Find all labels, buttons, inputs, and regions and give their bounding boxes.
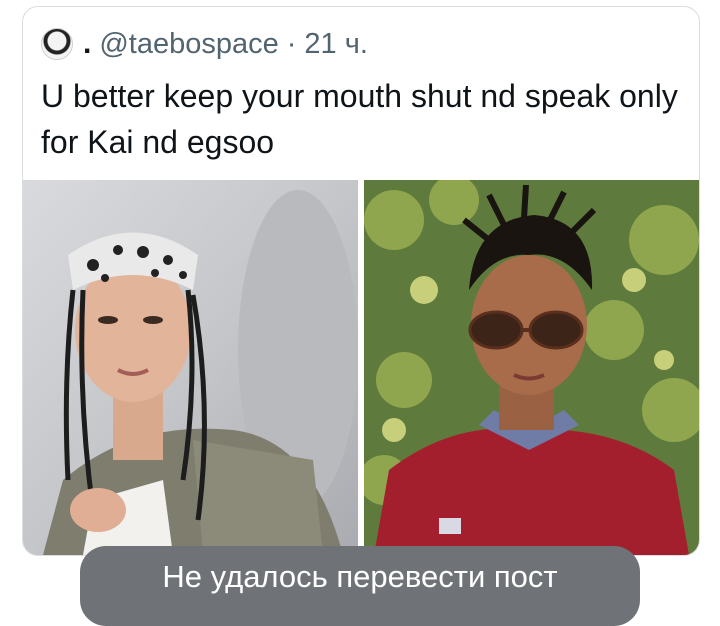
translation-error-toast: Не удалось перевести пост: [80, 546, 640, 626]
tweet-text: U better keep your mouth shut nd speak o…: [41, 78, 678, 160]
tweet-header: . @taebospace · 21 ч.: [41, 27, 368, 61]
media-photo-right[interactable]: [364, 180, 699, 555]
avatar[interactable]: [41, 28, 73, 60]
display-name[interactable]: .: [83, 29, 91, 59]
media-photo-left[interactable]: [23, 180, 358, 555]
separator-dot: ·: [286, 28, 297, 60]
tweet-media: [23, 180, 699, 555]
tweet-timestamp[interactable]: 21 ч.: [304, 29, 367, 59]
tweet-card[interactable]: . @taebospace · 21 ч. U better keep your…: [22, 6, 700, 556]
photo-left-image: [23, 180, 358, 555]
photo-right-image: [364, 180, 699, 555]
user-handle[interactable]: @taebospace: [99, 29, 278, 59]
